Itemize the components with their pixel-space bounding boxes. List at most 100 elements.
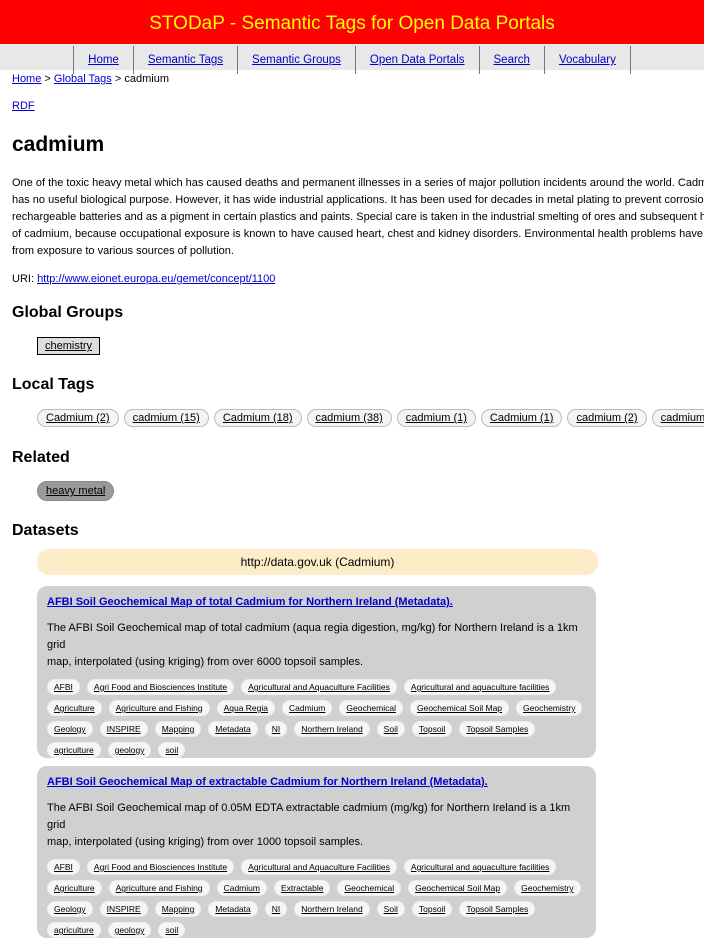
dataset-tag-link[interactable]: Cadmium (289, 703, 325, 713)
local-tag-link[interactable]: cadmium (2) (576, 412, 637, 424)
dataset-tag[interactable]: Geochemical Soil Map (408, 880, 508, 896)
dataset-tag[interactable]: Mapping (154, 721, 202, 737)
breadcrumb-home[interactable]: Home (12, 73, 41, 85)
dataset-tag[interactable]: geology (107, 742, 152, 758)
dataset-tag-link[interactable]: Geology (54, 724, 86, 734)
local-tag-link[interactable]: cadmium (38) (316, 412, 383, 424)
dataset-tag[interactable]: NI (264, 901, 288, 917)
local-tag[interactable]: cadmium (2) (567, 409, 647, 427)
dataset-tag[interactable]: Geochemical (337, 880, 402, 896)
local-tag-link[interactable]: Cadmium (2) (46, 412, 110, 424)
nav-link-home[interactable]: Home (88, 54, 119, 66)
dataset-tag[interactable]: Agricultural and aquaculture facilities (403, 859, 557, 875)
dataset-tag[interactable]: Mapping (154, 901, 202, 917)
dataset-tag[interactable]: Agriculture and Fishing (108, 700, 210, 716)
dataset-tag-link[interactable]: Mapping (162, 904, 195, 914)
dataset-tag-link[interactable]: Soil (384, 724, 398, 734)
dataset-tag-link[interactable]: soil (165, 925, 178, 935)
dataset-tag-link[interactable]: Aqua Regia (224, 703, 268, 713)
group-tag[interactable]: chemistry (37, 337, 101, 355)
dataset-tag-link[interactable]: AFBI (54, 862, 73, 872)
dataset-tag[interactable]: Geochemistry (516, 700, 583, 716)
dataset-tag[interactable]: agriculture (47, 922, 101, 938)
dataset-tag[interactable]: Northern Ireland (294, 901, 370, 917)
dataset-tag-link[interactable]: Agri Food and Biosciences Institute (94, 862, 227, 872)
dataset-tag-link[interactable]: Northern Ireland (301, 724, 362, 734)
dataset-tag[interactable]: INSPIRE (99, 721, 148, 737)
dataset-tag-link[interactable]: soil (165, 745, 178, 755)
nav-link-semantic-groups[interactable]: Semantic Groups (252, 54, 341, 66)
breadcrumb-global-tags[interactable]: Global Tags (54, 73, 112, 85)
nav-item-semantic-tags[interactable]: Semantic Tags (132, 46, 237, 74)
related-tag[interactable]: heavy metal (37, 481, 115, 501)
dataset-tag-link[interactable]: INSPIRE (107, 724, 141, 734)
group-tag-link[interactable]: chemistry (45, 340, 92, 352)
dataset-tag-link[interactable]: NI (272, 904, 281, 914)
dataset-tag-link[interactable]: agriculture (54, 925, 94, 935)
dataset-tag[interactable]: Geochemical Soil Map (409, 700, 510, 716)
dataset-tag-link[interactable]: Agricultural and aquaculture facilities (411, 862, 549, 872)
dataset-tag[interactable]: Aqua Regia (216, 700, 275, 716)
local-tag[interactable]: cadmium (7) (651, 409, 704, 427)
dataset-tag-link[interactable]: Cadmium (224, 883, 260, 893)
rdf-link[interactable]: RDF (12, 100, 35, 112)
dataset-tag[interactable]: Geochemical (339, 700, 403, 716)
local-tag[interactable]: cadmium (1) (396, 409, 476, 427)
dataset-tag[interactable]: soil (158, 922, 186, 938)
local-tag[interactable]: Cadmium (18) (213, 409, 302, 427)
nav-link-semantic-tags[interactable]: Semantic Tags (148, 54, 223, 66)
uri-link[interactable]: http://www.eionet.europa.eu/gemet/concep… (37, 273, 275, 285)
dataset-tag-link[interactable]: NI (272, 724, 281, 734)
related-tag-link[interactable]: heavy metal (46, 485, 105, 497)
dataset-tag-link[interactable]: Geochemical (346, 703, 396, 713)
dataset-tag-link[interactable]: Agricultural and aquaculture facilities (411, 682, 549, 692)
dataset-tag-link[interactable]: Geochemical Soil Map (417, 703, 502, 713)
local-tag[interactable]: cadmium (38) (306, 409, 392, 427)
dataset-tag[interactable]: Soil (376, 721, 405, 737)
local-tag-link[interactable]: Cadmium (18) (223, 412, 293, 424)
dataset-tag-link[interactable]: Extractable (281, 883, 324, 893)
dataset-tag-link[interactable]: Agriculture (54, 883, 95, 893)
local-tag[interactable]: cadmium (15) (123, 409, 209, 427)
dataset-tag[interactable]: Metadata (208, 901, 258, 917)
dataset-tag[interactable]: Soil (376, 901, 405, 917)
local-tag-link[interactable]: cadmium (7) (661, 412, 704, 424)
local-tag-link[interactable]: Cadmium (1) (490, 412, 554, 424)
dataset-tag[interactable]: Agriculture (47, 700, 102, 716)
dataset-tag[interactable]: Extractable (273, 880, 331, 896)
dataset-tag[interactable]: Metadata (208, 721, 258, 737)
dataset-tag-link[interactable]: Agricultural and Aquaculture Facilities (248, 862, 390, 872)
dataset-tag-link[interactable]: agriculture (54, 745, 94, 755)
dataset-tag-link[interactable]: geology (115, 925, 145, 935)
nav-item-search[interactable]: Search (478, 46, 544, 74)
dataset-tag-link[interactable]: Agricultural and Aquaculture Facilities (248, 682, 390, 692)
dataset-title-link[interactable]: AFBI Soil Geochemical Map of total Cadmi… (47, 596, 453, 608)
dataset-tag[interactable]: Geology (47, 721, 93, 737)
dataset-tag[interactable]: Topsoil (411, 721, 453, 737)
dataset-tag-link[interactable]: Topsoil Samples (466, 724, 528, 734)
dataset-tag[interactable]: AFBI (47, 859, 80, 875)
dataset-tag-link[interactable]: Agri Food and Biosciences Institute (94, 682, 227, 692)
dataset-tag[interactable]: Agricultural and Aquaculture Facilities (241, 859, 397, 875)
dataset-tag-link[interactable]: AFBI (54, 682, 73, 692)
dataset-tag-link[interactable]: Geochemistry (523, 703, 575, 713)
dataset-tag[interactable]: geology (107, 922, 152, 938)
dataset-tag-link[interactable]: Geochemistry (521, 883, 573, 893)
dataset-tag[interactable]: NI (264, 721, 288, 737)
dataset-tag[interactable]: Northern Ireland (294, 721, 370, 737)
dataset-tag[interactable]: Agriculture (47, 880, 102, 896)
dataset-tag[interactable]: Geology (47, 901, 93, 917)
dataset-tag[interactable]: Agricultural and aquaculture facilities (403, 679, 557, 695)
nav-link-open-data-portals[interactable]: Open Data Portals (370, 54, 465, 66)
dataset-tag-link[interactable]: Metadata (215, 724, 250, 734)
dataset-tag[interactable]: Topsoil Samples (459, 901, 536, 917)
local-tag-link[interactable]: cadmium (15) (133, 412, 200, 424)
dataset-tag-link[interactable]: Soil (384, 904, 398, 914)
dataset-tag[interactable]: Cadmium (282, 700, 333, 716)
dataset-tag-link[interactable]: Topsoil (419, 904, 445, 914)
dataset-tag[interactable]: Agricultural and Aquaculture Facilities (241, 679, 397, 695)
dataset-title-link[interactable]: AFBI Soil Geochemical Map of extractable… (47, 776, 488, 788)
nav-link-search[interactable]: Search (494, 54, 530, 66)
dataset-tag-link[interactable]: Topsoil Samples (466, 904, 528, 914)
nav-item-vocabulary[interactable]: Vocabulary (543, 46, 631, 74)
